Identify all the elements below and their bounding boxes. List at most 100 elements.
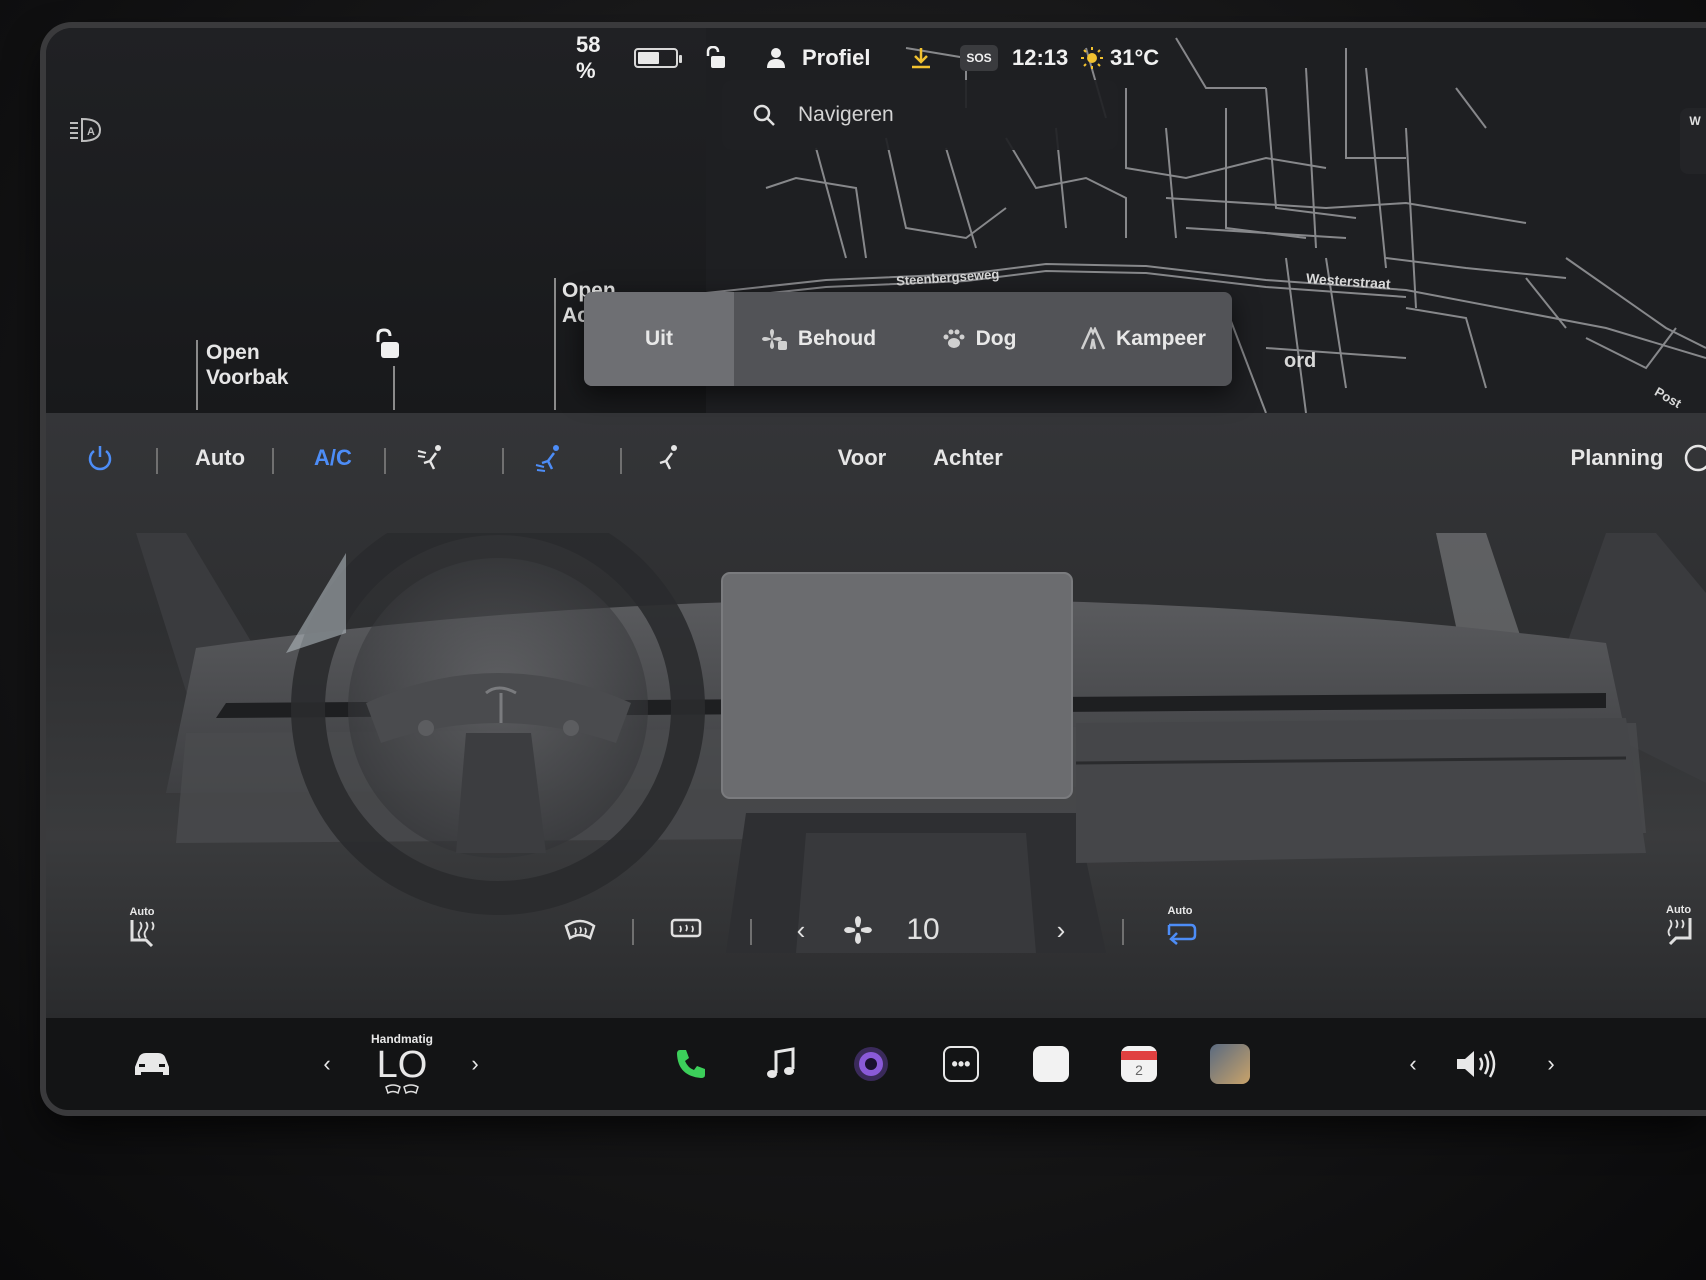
- climate-keeper-keep-label: Behoud: [797, 327, 877, 350]
- fan-keep-icon: [761, 329, 787, 350]
- volume-button[interactable]: [1446, 1018, 1506, 1110]
- driver-temp-increase[interactable]: ›: [460, 1018, 490, 1110]
- compass-button[interactable]: W: [1680, 108, 1706, 174]
- trunk-pointer-line: [554, 278, 556, 410]
- phone-button[interactable]: [666, 1018, 716, 1110]
- auto-headlights-icon[interactable]: A: [64, 108, 108, 152]
- front-defrost-icon: [564, 919, 596, 940]
- cabin-illustration: [46, 501, 1706, 953]
- seat-heat-icon: [1667, 918, 1692, 946]
- climate-separator: [632, 919, 634, 945]
- fan-icon: [836, 905, 880, 955]
- climate-auto-button[interactable]: Auto: [180, 433, 260, 483]
- navigation-search-field[interactable]: Navigeren: [722, 80, 1118, 150]
- search-icon: [753, 104, 775, 126]
- driver-temp-decrease[interactable]: ‹: [312, 1018, 342, 1110]
- speaker-icon: [1457, 1050, 1496, 1078]
- airflow-windshield-button[interactable]: [642, 433, 692, 483]
- music-note-icon: [767, 1047, 795, 1078]
- car-controls-button[interactable]: [122, 1018, 182, 1110]
- airflow-windshield-icon: [659, 445, 677, 470]
- unlocked-padlock-icon[interactable]: [372, 328, 402, 367]
- download-update-icon[interactable]: [910, 40, 932, 76]
- open-frunk-label-line2: Voorbak: [206, 366, 289, 389]
- notes-app-button[interactable]: [1026, 1018, 1076, 1110]
- climate-keeper-off-label: Uit: [645, 327, 673, 350]
- climate-keeper-camp-label: Kampeer: [1116, 327, 1206, 350]
- driver-seat-auto-label: Auto: [129, 906, 155, 918]
- battery-percent: 58 %: [576, 32, 601, 83]
- airflow-face-button[interactable]: [406, 433, 456, 483]
- airflow-face-icon: [417, 445, 441, 470]
- climate-keeper-dog[interactable]: Dog: [904, 292, 1054, 386]
- rear-defrost-icon: [670, 918, 702, 938]
- profile-label: Profiel: [802, 45, 871, 70]
- toolbar-separator: [272, 448, 274, 474]
- svg-text:A: A: [87, 126, 95, 138]
- driver-seat-heater-button[interactable]: Auto: [112, 891, 172, 963]
- volume-decrease[interactable]: ‹: [1398, 1018, 1428, 1110]
- unlocked-status-icon[interactable]: [704, 40, 726, 76]
- paw-icon: [943, 329, 965, 348]
- sos-button[interactable]: SOS: [960, 40, 998, 76]
- outside-temperature: 31°C: [1110, 45, 1160, 70]
- climate-keeper-selector: Uit Behoud Dog Kampeer: [584, 292, 1232, 386]
- climate-power-button[interactable]: [80, 433, 120, 483]
- bottom-dock: ‹ Handmatig LO › ••• 2 ‹ ›: [46, 1018, 1706, 1110]
- calendar-day: 2: [1135, 1061, 1143, 1078]
- door-pointer-line: [393, 366, 395, 410]
- airflow-feet-icon: [535, 445, 559, 472]
- profile-button[interactable]: Profiel: [766, 40, 870, 76]
- camera-button[interactable]: [846, 1018, 896, 1110]
- climate-keeper-camp[interactable]: Kampeer: [1054, 292, 1232, 386]
- tent-icon: [1080, 327, 1106, 350]
- toolbar-separator: [620, 448, 622, 474]
- temperature-value: LO: [376, 1044, 428, 1086]
- climate-keeper-dog-label: Dog: [975, 327, 1017, 350]
- climate-separator: [1122, 919, 1124, 945]
- recirculation-button[interactable]: Auto: [1152, 889, 1208, 961]
- fan-speed-increase[interactable]: ›: [1046, 905, 1076, 955]
- street-label-ord: ord: [1284, 350, 1317, 372]
- recirculation-auto-label: Auto: [1167, 905, 1193, 917]
- person-icon: [767, 48, 785, 68]
- clock: 12:13: [1012, 45, 1069, 70]
- calendar-icon: 2: [1121, 1046, 1157, 1082]
- more-apps-button[interactable]: •••: [936, 1018, 986, 1110]
- seat-heat-icon: [130, 920, 155, 948]
- toolbar-separator: [502, 448, 504, 474]
- rear-defrost-button[interactable]: [656, 905, 716, 955]
- fan-speed-value: 10: [906, 913, 940, 946]
- front-climate-tab[interactable]: Voor: [822, 433, 902, 483]
- search-placeholder: Navigeren: [798, 103, 894, 126]
- fan-speed-decrease[interactable]: ‹: [786, 905, 816, 955]
- climate-keeper-off[interactable]: Uit: [584, 292, 734, 386]
- volume-increase[interactable]: ›: [1536, 1018, 1566, 1110]
- airflow-feet-button[interactable]: [524, 433, 574, 483]
- recirculation-icon: [1167, 923, 1197, 945]
- climate-toolbar: Auto A/C Voor Achter Planning: [46, 413, 1706, 503]
- schedule-button[interactable]: Planning: [1562, 433, 1672, 483]
- open-frunk-button[interactable]: Open Voorbak: [206, 340, 288, 390]
- passenger-seat-auto-label: Auto: [1666, 904, 1692, 916]
- climate-separator: [750, 919, 752, 945]
- battery-icon: [634, 40, 682, 76]
- schedule-clock-icon[interactable]: [1682, 433, 1706, 483]
- seat-vent-small-icon: [385, 1084, 419, 1095]
- driver-temperature-control[interactable]: Handmatig LO: [352, 1018, 452, 1110]
- rear-climate-tab[interactable]: Achter: [918, 433, 1018, 483]
- car-icon: [135, 1053, 169, 1075]
- ellipsis-icon: •••: [943, 1046, 979, 1082]
- toolbar-separator: [384, 448, 386, 474]
- ac-button[interactable]: A/C: [298, 433, 368, 483]
- calendar-app-button[interactable]: 2: [1114, 1018, 1164, 1110]
- toybox-app-button[interactable]: [1202, 1018, 1258, 1110]
- climate-keeper-keep[interactable]: Behoud: [734, 292, 904, 386]
- frunk-pointer-line: [196, 340, 198, 410]
- passenger-seat-heater-button[interactable]: Auto: [1666, 889, 1706, 961]
- camera-lens-icon: [854, 1047, 888, 1081]
- sun-icon: [1080, 40, 1104, 76]
- music-button[interactable]: [756, 1018, 806, 1110]
- notes-icon: [1033, 1046, 1069, 1082]
- windshield-defrost-button[interactable]: [550, 905, 610, 955]
